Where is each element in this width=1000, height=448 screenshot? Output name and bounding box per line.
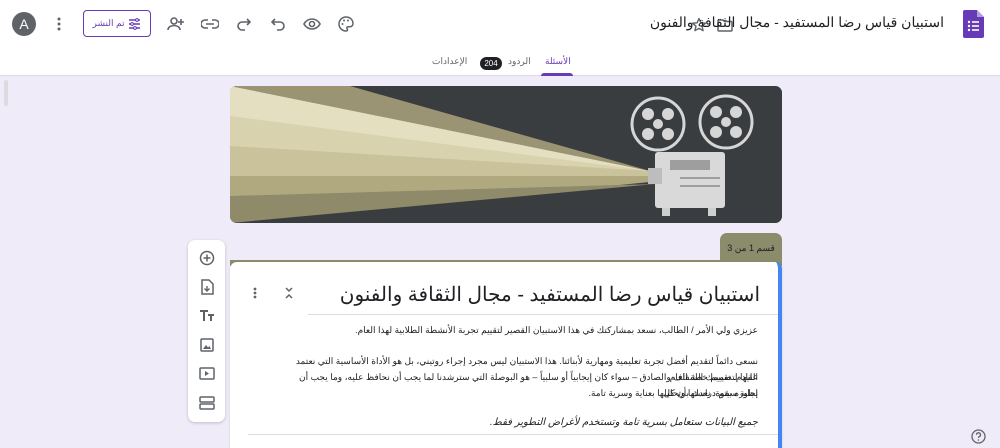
add-collaborator-icon[interactable]	[166, 14, 186, 34]
header-image	[230, 86, 782, 223]
help-icon[interactable]	[971, 429, 986, 444]
form-title-field[interactable]: استبيان قياس رضا المستفيد - مجال الثقافة…	[340, 282, 760, 307]
more-vert-icon[interactable]	[50, 14, 68, 34]
add-video-icon[interactable]	[197, 364, 216, 383]
link-icon[interactable]	[200, 14, 220, 34]
undo-icon[interactable]	[268, 14, 288, 34]
question-toolbar	[188, 240, 225, 422]
tune-icon	[129, 17, 141, 30]
published-button[interactable]: تم النشر	[83, 10, 151, 37]
section-label: قسم 1 من 3	[720, 233, 782, 263]
add-section-icon[interactable]	[197, 393, 216, 412]
import-questions-icon[interactable]	[197, 277, 216, 296]
description-underline	[248, 434, 778, 435]
account-avatar[interactable]: A	[12, 12, 36, 36]
collapse-icon[interactable]	[282, 284, 296, 302]
description-greeting[interactable]: عزيزي ولي الأمر / الطالب، نسعد بمشاركتك …	[288, 322, 758, 338]
forms-logo-icon[interactable]	[963, 10, 984, 38]
title-underline	[308, 314, 778, 315]
active-tab-indicator	[541, 73, 573, 76]
tab-settings[interactable]: الإعدادات	[432, 56, 467, 67]
responses-count-badge: 204	[480, 57, 502, 70]
add-image-icon[interactable]	[197, 335, 216, 354]
redo-icon[interactable]	[234, 14, 254, 34]
top-bar: A تم النشر استبيان قياس رضا المستفيد - م…	[0, 0, 1000, 48]
add-question-icon[interactable]	[197, 248, 216, 267]
add-title-icon[interactable]	[197, 306, 216, 325]
form-title[interactable]: استبيان قياس رضا المستفيد - مجال الثقافة…	[650, 14, 944, 31]
scrollbar-handle[interactable]	[4, 80, 8, 106]
preview-eye-icon[interactable]	[302, 14, 322, 34]
publish-label: تم النشر	[92, 18, 125, 28]
palette-icon[interactable]	[336, 14, 356, 34]
tab-responses[interactable]: الردود	[508, 56, 531, 67]
description-note[interactable]: جميع البيانات ستعامل بسرية تامة وتستخدم …	[288, 415, 758, 431]
tab-questions[interactable]: الأسئلة	[545, 56, 571, 67]
description-paragraph-line[interactable]: إجابة سيتم دراستها وتحليلها بعناية وسرية…	[288, 385, 758, 401]
form-header-card[interactable]: استبيان قياس رضا المستفيد - مجال الثقافة…	[230, 262, 782, 448]
more-vert-icon[interactable]	[248, 284, 262, 302]
